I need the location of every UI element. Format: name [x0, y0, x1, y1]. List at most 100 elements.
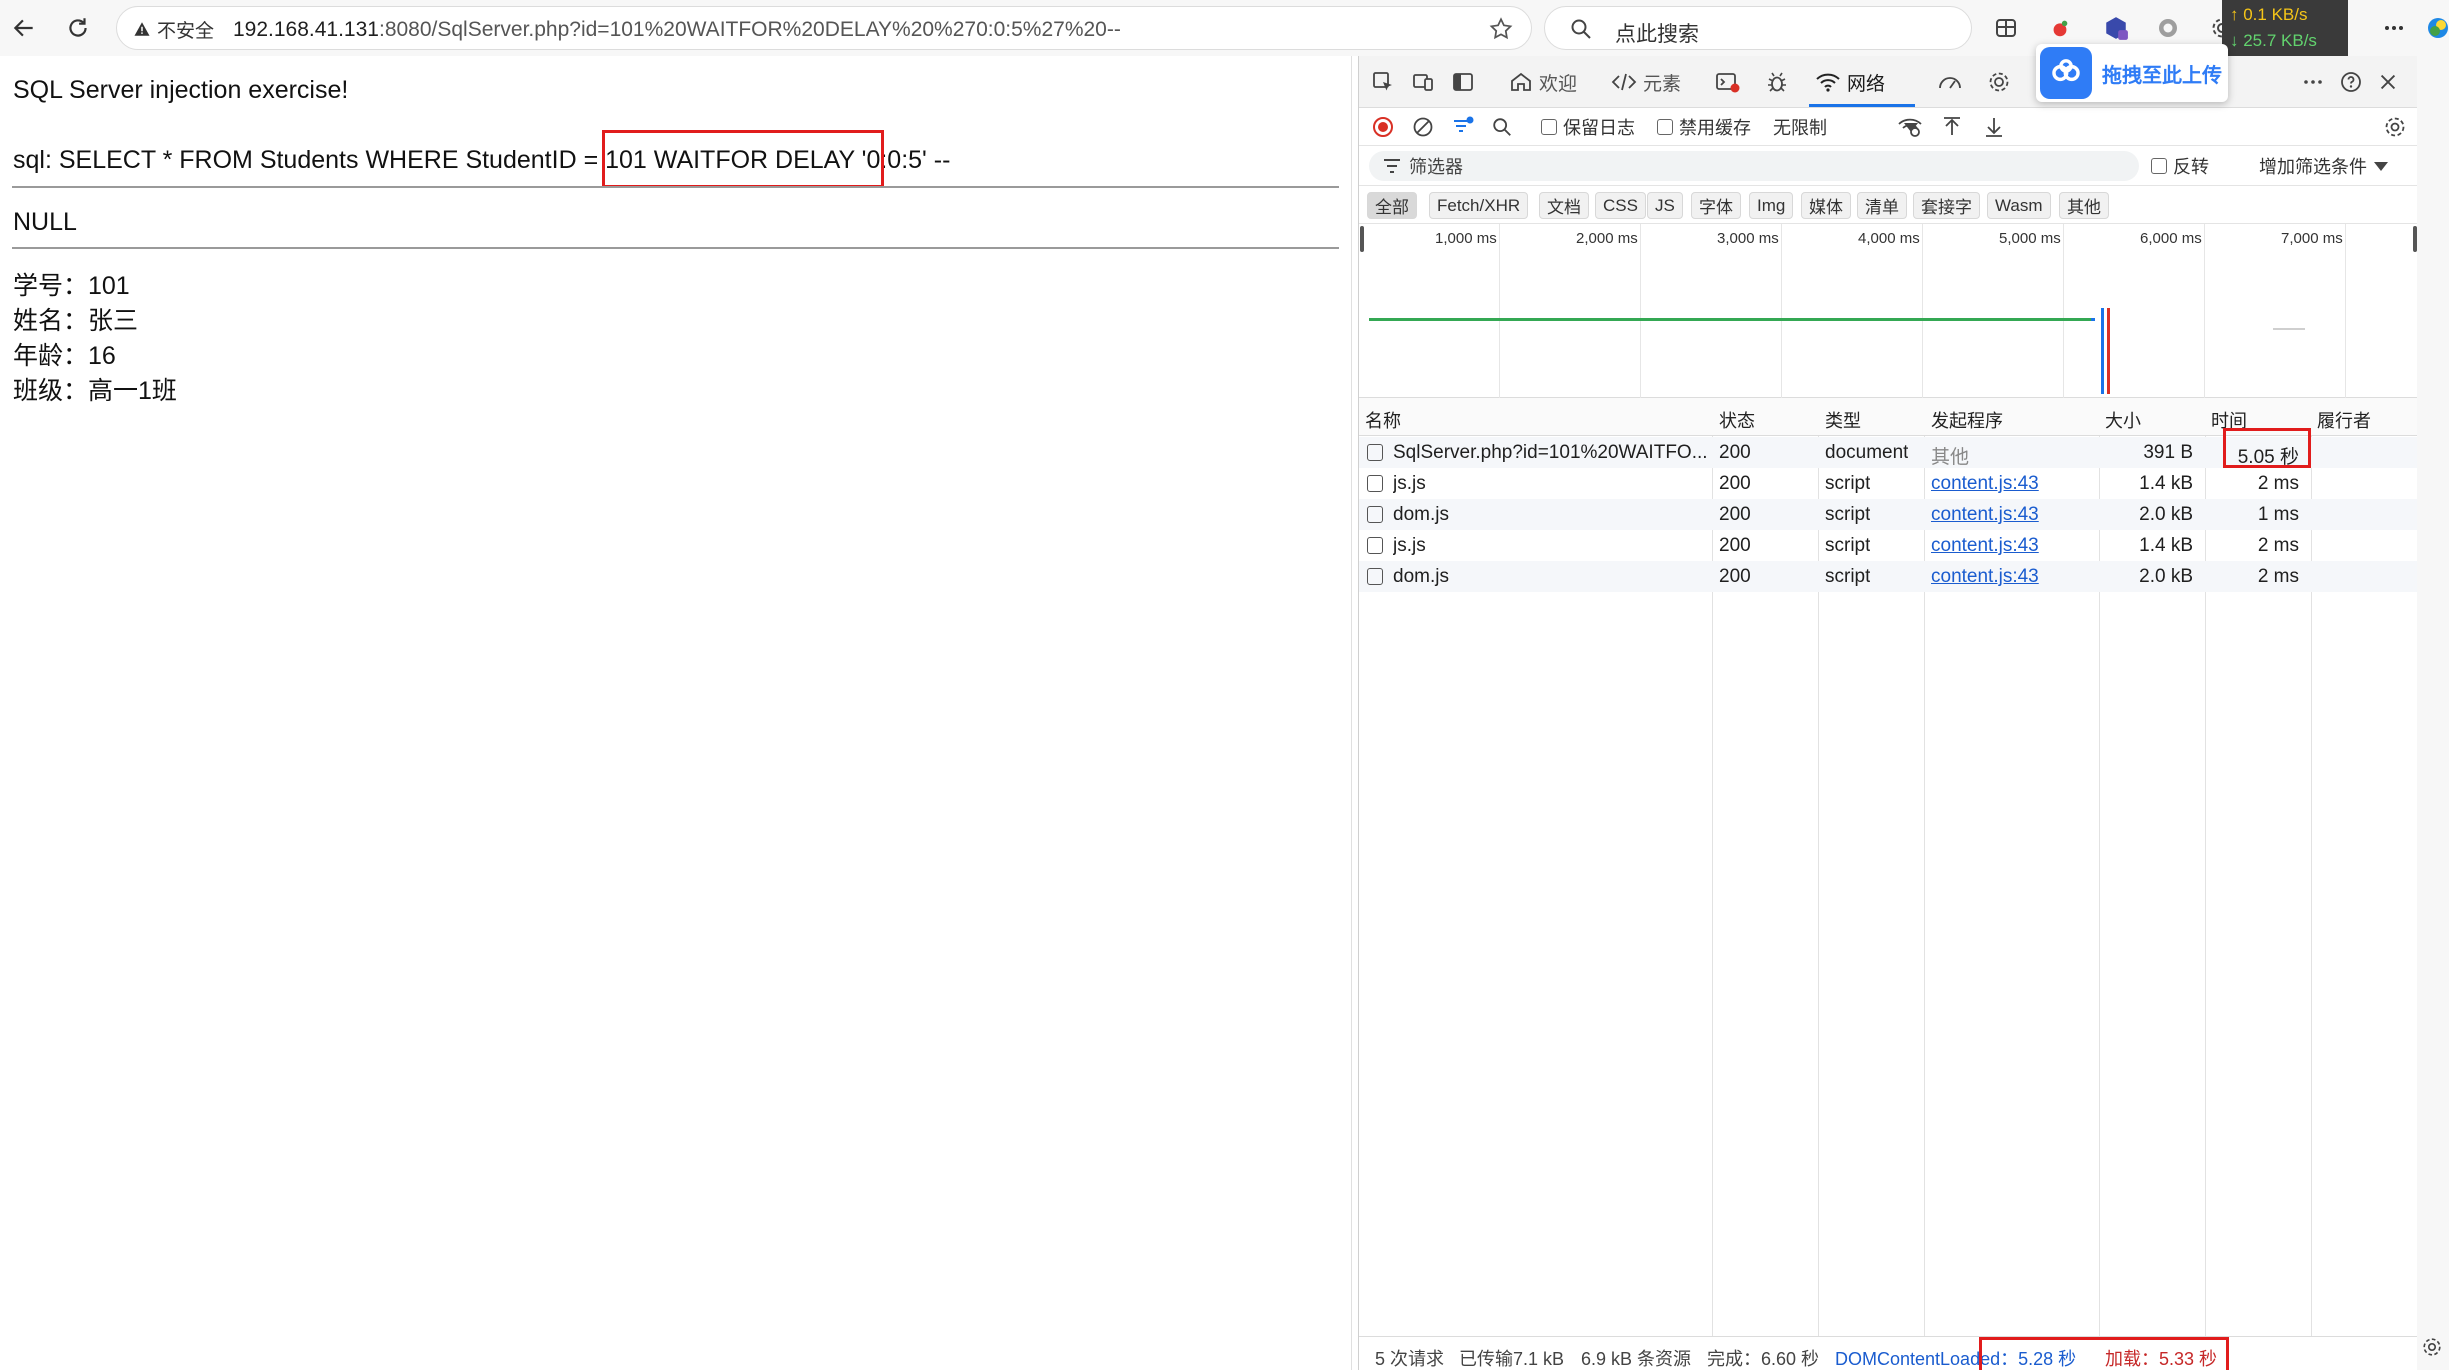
time-highlight-box [2223, 428, 2311, 468]
type-filter-manifest[interactable]: 清单 [1857, 192, 1907, 219]
tab-welcome[interactable]: 欢迎 [1509, 66, 1577, 98]
timeline-gridline [2063, 224, 2064, 398]
close-devtools-icon[interactable] [2377, 66, 2399, 98]
timeline-overview[interactable]: 1,000 ms 2,000 ms 3,000 ms 4,000 ms 5,00… [1359, 224, 2418, 398]
request-type: script [1825, 473, 1871, 494]
type-filter-js[interactable]: JS [1647, 192, 1683, 219]
tab-console[interactable] [1715, 66, 1741, 98]
type-filter-img[interactable]: Img [1749, 192, 1794, 219]
table-row[interactable]: dom.js 200 script content.js:43 2.0 kB 2… [1359, 561, 2418, 592]
disable-cache-checkbox[interactable]: 禁用缓存 [1657, 114, 1751, 140]
tab-sources[interactable] [1765, 66, 1789, 98]
type-filter-media[interactable]: 媒体 [1801, 192, 1851, 219]
column-header-fulfilled-by[interactable]: 履行者 [2317, 407, 2371, 433]
column-header-initiator[interactable]: 发起程序 [1931, 407, 2003, 433]
extension-circle-icon[interactable] [2152, 12, 2184, 44]
invert-label: 反转 [2173, 157, 2209, 177]
type-filter-doc[interactable]: 文档 [1539, 192, 1589, 219]
network-conditions-icon[interactable] [1897, 114, 1923, 140]
request-size: 391 B [2143, 442, 2193, 463]
clear-log-icon[interactable] [1411, 114, 1435, 140]
type-filter-all[interactable]: 全部 [1367, 192, 1417, 219]
request-initiator-link[interactable]: content.js:43 [1931, 566, 2039, 588]
tab-performance[interactable] [1937, 66, 1963, 98]
url-text[interactable]: 192.168.41.131:8080/SqlServer.php?id=101… [233, 18, 1121, 42]
search-box[interactable]: 点此搜索 [1544, 6, 1972, 50]
filter-input[interactable]: 筛选器 [1369, 151, 2139, 181]
side-panel-settings-icon[interactable] [2421, 1336, 2443, 1363]
chip-icon [1989, 72, 2009, 92]
more-menu-icon[interactable] [2378, 12, 2410, 44]
record-stop-icon[interactable] [1371, 114, 1395, 140]
type-filter-socket[interactable]: 套接字 [1913, 192, 1980, 219]
timeline-load-marker [2107, 308, 2110, 394]
collections-icon[interactable] [1990, 12, 2022, 44]
request-name: js.js [1393, 473, 1426, 494]
invert-checkbox[interactable]: 反转 [2151, 153, 2209, 179]
extension-cube-icon[interactable] [2100, 12, 2132, 44]
timeline-left-handle[interactable] [1360, 226, 1364, 252]
dock-side-icon[interactable] [1451, 66, 1475, 98]
request-name: dom.js [1393, 504, 1449, 525]
checkbox-icon [1541, 119, 1557, 135]
more-filters-dropdown[interactable]: 增加筛选条件 [2259, 153, 2389, 179]
type-filter-fetch-xhr[interactable]: Fetch/XHR [1429, 192, 1529, 219]
filter-toggle-icon[interactable] [1451, 114, 1475, 140]
network-status-bar: 5 次请求 已传输7.1 kB 6.9 kB 条资源 完成：6.60 秒 DOM… [1359, 1336, 2418, 1370]
tab-elements[interactable]: 元素 [1611, 66, 1681, 98]
timeline-bar-waiting [2091, 318, 2095, 321]
type-filter-font[interactable]: 字体 [1691, 192, 1741, 219]
more-tools-icon[interactable] [2301, 66, 2325, 98]
type-filter-css[interactable]: CSS [1595, 192, 1646, 219]
timeline-dcl-marker [2101, 308, 2104, 394]
tab-network[interactable]: 网络 [1815, 66, 1885, 98]
reload-icon[interactable] [62, 12, 94, 44]
insecure-indicator[interactable]: 不安全 [133, 17, 215, 42]
preserve-log-checkbox[interactable]: 保留日志 [1541, 114, 1635, 140]
resource-type-filters: 全部 Fetch/XHR 文档 CSS JS 字体 Img 媒体 清单 套接字 … [1359, 186, 2418, 224]
script-file-icon [1367, 537, 1383, 554]
timeline-bar-document [1369, 318, 2091, 321]
search-icon[interactable] [1491, 114, 1513, 140]
insecure-label: 不安全 [157, 20, 215, 42]
timeline-tick-label: 5,000 ms [1999, 230, 2061, 247]
table-row[interactable]: js.js 200 script content.js:43 1.4 kB 2 … [1359, 468, 2418, 499]
request-initiator-link[interactable]: content.js:43 [1931, 535, 2039, 557]
extension-red-icon[interactable] [2044, 12, 2076, 44]
request-type: script [1825, 566, 1871, 587]
request-initiator-link[interactable]: content.js:43 [1931, 504, 2039, 526]
search-placeholder: 点此搜索 [1615, 23, 1699, 46]
devtools-tab-bar: 欢迎 元素 网络 [1359, 56, 2418, 108]
column-header-status[interactable]: 状态 [1719, 407, 1755, 433]
table-row[interactable]: js.js 200 script content.js:43 1.4 kB 2 … [1359, 530, 2418, 561]
network-settings-icon[interactable] [2383, 114, 2407, 140]
type-filter-wasm[interactable]: Wasm [1987, 192, 2051, 219]
divider [12, 247, 1339, 249]
resources-size: 6.9 kB 条资源 [1581, 1349, 1692, 1369]
request-time: 1 ms [2257, 504, 2299, 525]
page-heading: SQL Server injection exercise! [13, 76, 349, 104]
baidu-upload-button[interactable]: 拖拽至此上传 [2036, 44, 2228, 102]
column-header-type[interactable]: 类型 [1825, 407, 1861, 433]
filter-bar: 筛选器 反转 增加筛选条件 [1359, 146, 2418, 186]
help-icon[interactable] [2339, 66, 2363, 98]
column-header-name[interactable]: 名称 [1365, 407, 1401, 433]
timeline-tick-label: 2,000 ms [1576, 230, 1638, 247]
favorite-star-icon[interactable] [1485, 13, 1517, 45]
address-bar[interactable]: 不安全 192.168.41.131:8080/SqlServer.php?id… [116, 6, 1532, 50]
request-initiator-link[interactable]: content.js:43 [1931, 473, 2039, 495]
request-status: 200 [1719, 566, 1751, 587]
code-brackets-icon [1611, 73, 1637, 91]
import-har-icon[interactable] [1941, 114, 1963, 140]
copilot-icon[interactable] [2422, 12, 2449, 44]
type-filter-other[interactable]: 其他 [2059, 192, 2109, 219]
inspect-element-icon[interactable] [1371, 66, 1395, 98]
back-arrow-icon[interactable] [8, 12, 40, 44]
script-file-icon [1367, 568, 1383, 585]
table-row[interactable]: dom.js 200 script content.js:43 2.0 kB 1… [1359, 499, 2418, 530]
search-icon [1571, 19, 1591, 39]
column-header-size[interactable]: 大小 [2105, 407, 2141, 433]
device-emulation-icon[interactable] [1411, 66, 1435, 98]
tab-memory[interactable] [1987, 66, 2011, 98]
export-har-icon[interactable] [1983, 114, 2005, 140]
